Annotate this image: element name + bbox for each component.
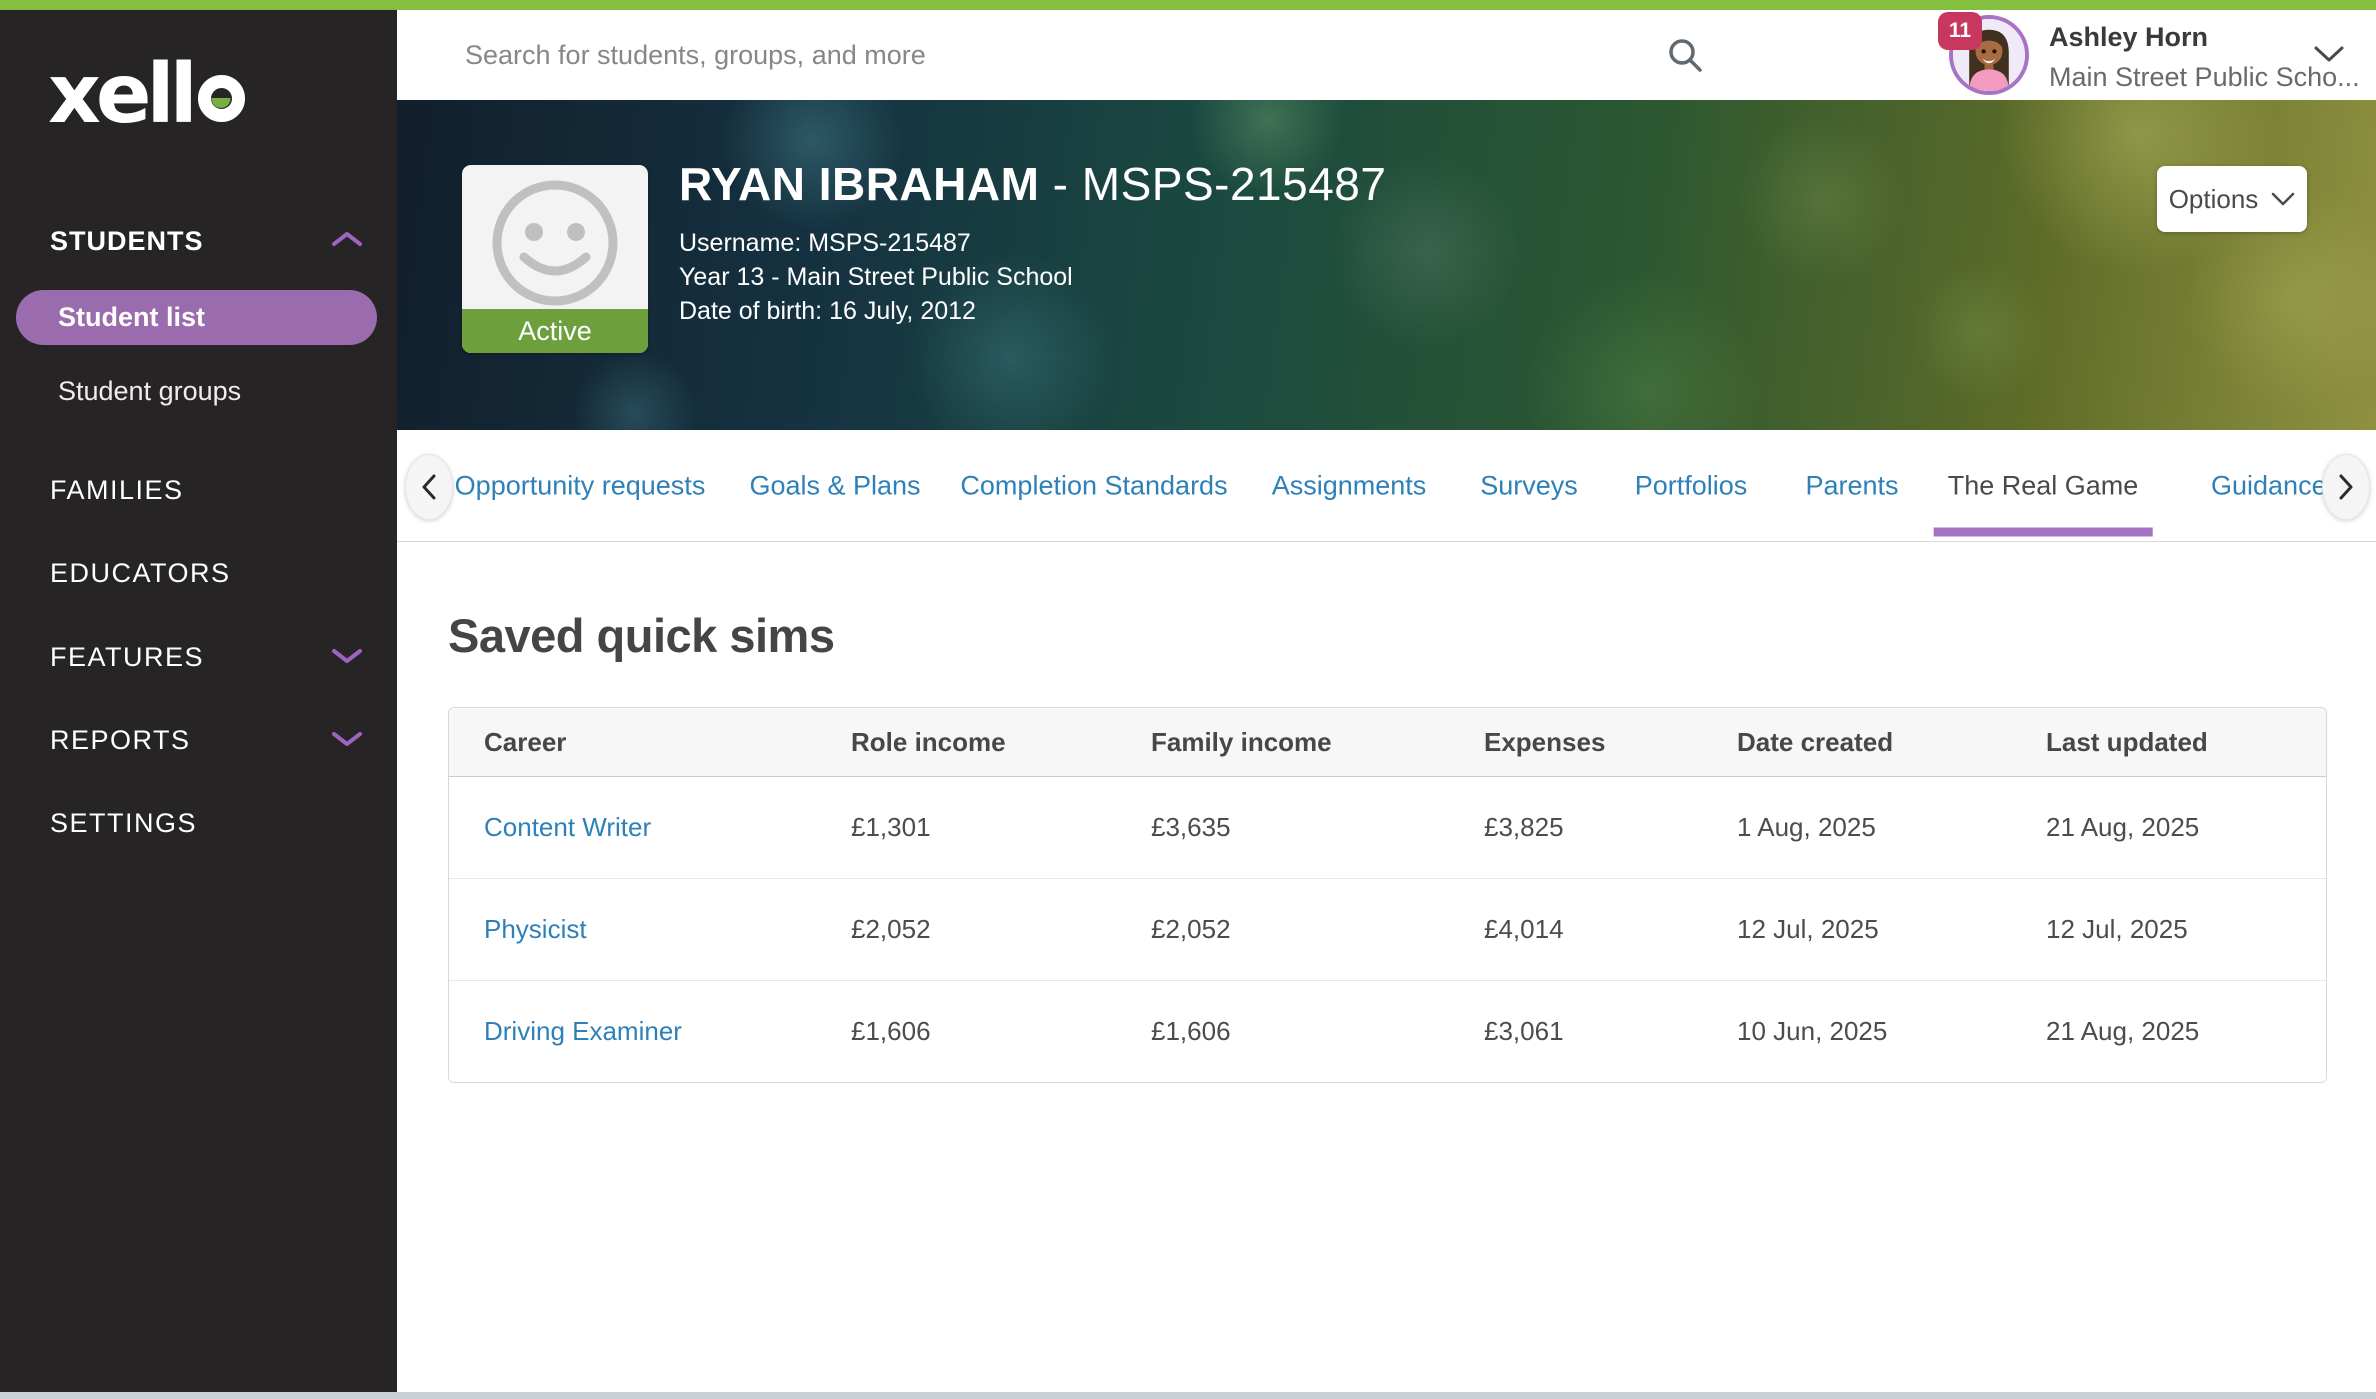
- student-tabs: Opportunity requests Goals & Plans Compl…: [397, 430, 2376, 542]
- column-header-last-updated: Last updated: [2011, 727, 2326, 758]
- student-username-line: Username: MSPS-215487: [679, 226, 1386, 260]
- sidebar: xell STUDENTS Student list Student group…: [0, 10, 397, 1399]
- main-content: Saved quick sims Career Role income Fami…: [397, 542, 2376, 1392]
- options-label: Options: [2169, 184, 2259, 215]
- sidebar-item-label: Student list: [58, 302, 205, 333]
- top-accent-bar: [0, 0, 2376, 10]
- student-id: - MSPS-215487: [1039, 158, 1386, 210]
- chevron-down-icon: [2271, 192, 2295, 207]
- sidebar-section-features[interactable]: FEATURES: [50, 642, 204, 673]
- sidebar-section-families[interactable]: FAMILIES: [50, 475, 184, 506]
- column-header-expenses: Expenses: [1449, 727, 1702, 758]
- student-name: RYAN IBRAHAM: [679, 158, 1039, 210]
- logo-o-icon: [198, 75, 245, 122]
- chevron-left-icon: [421, 474, 437, 500]
- logo-text: xell: [48, 54, 193, 136]
- status-badge: Active: [462, 309, 648, 353]
- sidebar-section-settings[interactable]: SETTINGS: [50, 808, 197, 839]
- tab-surveys[interactable]: Surveys: [1480, 470, 1578, 501]
- student-info: RYAN IBRAHAM - MSPS-215487 Username: MSP…: [679, 158, 1386, 328]
- table-row: Content Writer £1,301 £3,635 £3,825 1 Au…: [449, 777, 2326, 879]
- date-created-value: 1 Aug, 2025: [1702, 812, 2011, 843]
- chevron-down-icon[interactable]: [330, 646, 364, 666]
- app-window: xell STUDENTS Student list Student group…: [0, 0, 2376, 1399]
- column-header-date-created: Date created: [1702, 727, 2011, 758]
- family-income-value: £3,635: [1116, 812, 1449, 843]
- chevron-right-icon: [2338, 474, 2354, 500]
- column-header-career: Career: [449, 727, 816, 758]
- topbar: 11 Ashley Horn Main Street Public Scho..…: [397, 10, 2376, 100]
- student-banner: Active RYAN IBRAHAM - MSPS-215487 Userna…: [397, 100, 2376, 430]
- saved-quick-sims-table: Career Role income Family income Expense…: [448, 707, 2327, 1083]
- student-dob-line: Date of birth: 16 July, 2012: [679, 294, 1386, 328]
- family-income-value: £2,052: [1116, 914, 1449, 945]
- date-created-value: 12 Jul, 2025: [1702, 914, 2011, 945]
- sidebar-item-student-list[interactable]: Student list: [16, 290, 377, 345]
- tab-assignments[interactable]: Assignments: [1272, 470, 1427, 501]
- column-header-family-income: Family income: [1116, 727, 1449, 758]
- expenses-value: £3,061: [1449, 1016, 1702, 1047]
- chevron-down-icon[interactable]: [330, 729, 364, 749]
- last-updated-value: 21 Aug, 2025: [2011, 1016, 2326, 1047]
- chevron-down-icon[interactable]: [2313, 44, 2345, 64]
- student-photo-card: Active: [462, 165, 648, 353]
- page-title: Saved quick sims: [448, 608, 2376, 663]
- sidebar-section-reports[interactable]: REPORTS: [50, 725, 191, 756]
- expenses-value: £3,825: [1449, 812, 1702, 843]
- user-organization: Main Street Public Scho...: [2049, 62, 2360, 93]
- xello-logo[interactable]: xell: [48, 54, 245, 136]
- date-created-value: 10 Jun, 2025: [1702, 1016, 2011, 1047]
- options-button[interactable]: Options: [2157, 166, 2307, 232]
- role-income-value: £1,606: [816, 1016, 1116, 1047]
- career-link[interactable]: Physicist: [484, 914, 587, 944]
- smiley-placeholder-icon: [462, 165, 648, 309]
- tab-opportunity-requests[interactable]: Opportunity requests: [455, 470, 706, 501]
- sidebar-item-student-groups[interactable]: Student groups: [58, 376, 241, 407]
- column-header-role-income: Role income: [816, 727, 1116, 758]
- search-input[interactable]: [397, 10, 1677, 100]
- table-row: Physicist £2,052 £2,052 £4,014 12 Jul, 2…: [449, 879, 2326, 981]
- table-header-row: Career Role income Family income Expense…: [449, 708, 2326, 777]
- horizontal-scrollbar[interactable]: [0, 1392, 2376, 1399]
- expenses-value: £4,014: [1449, 914, 1702, 945]
- student-year-line: Year 13 - Main Street Public School: [679, 260, 1386, 294]
- last-updated-value: 12 Jul, 2025: [2011, 914, 2326, 945]
- student-title: RYAN IBRAHAM - MSPS-215487: [679, 158, 1386, 210]
- family-income-value: £1,606: [1116, 1016, 1449, 1047]
- career-link[interactable]: Driving Examiner: [484, 1016, 682, 1046]
- last-updated-value: 21 Aug, 2025: [2011, 812, 2326, 843]
- search-icon[interactable]: [1665, 35, 1705, 75]
- sidebar-section-educators[interactable]: EDUCATORS: [50, 558, 231, 589]
- sidebar-section-students[interactable]: STUDENTS: [50, 226, 204, 257]
- role-income-value: £2,052: [816, 914, 1116, 945]
- tab-goals-plans[interactable]: Goals & Plans: [749, 470, 920, 501]
- tabs-scroll-right-button[interactable]: [2322, 454, 2370, 520]
- role-income-value: £1,301: [816, 812, 1116, 843]
- tab-portfolios[interactable]: Portfolios: [1635, 470, 1748, 501]
- table-row: Driving Examiner £1,606 £1,606 £3,061 10…: [449, 981, 2326, 1082]
- tab-the-real-game[interactable]: The Real Game: [1948, 470, 2139, 501]
- notification-badge[interactable]: 11: [1938, 12, 1982, 50]
- tabs-scroll-left-button[interactable]: [405, 454, 453, 520]
- tab-completion-standards[interactable]: Completion Standards: [960, 470, 1227, 501]
- chevron-up-icon[interactable]: [330, 229, 364, 249]
- career-link[interactable]: Content Writer: [484, 812, 651, 842]
- tab-parents[interactable]: Parents: [1805, 470, 1898, 501]
